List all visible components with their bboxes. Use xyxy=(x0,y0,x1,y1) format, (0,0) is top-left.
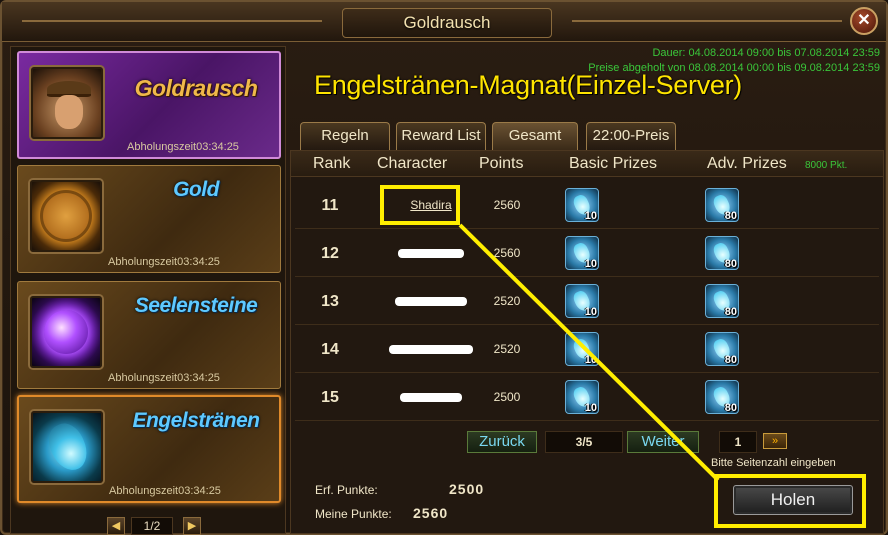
page-input-hint: Bitte Seitenzahl eingeben xyxy=(711,457,836,469)
sidebar-prev-button[interactable]: ◀ xyxy=(107,517,125,535)
event-sidebar: Goldrausch Abholungszeit03:34:25 Gold Ab… xyxy=(10,46,286,535)
adv-prize-qty: 80 xyxy=(724,402,737,414)
event-card-engelstraenen[interactable]: Engelstränen Abholungszeit03:34:25 xyxy=(17,395,281,503)
adv-prize-icon[interactable]: 80 xyxy=(705,332,739,366)
event-card-time: Abholungszeit03:34:25 xyxy=(108,372,220,384)
row-character-redacted xyxy=(383,246,479,260)
required-points-label: Erf. Punkte: xyxy=(315,483,378,497)
basic-prize-icon[interactable]: 10 xyxy=(565,380,599,414)
adv-prize-requirement: 8000 Pkt. xyxy=(805,160,848,171)
adv-prize-icon[interactable]: 80 xyxy=(705,284,739,318)
row-points: 2520 xyxy=(493,294,521,308)
event-card-gold[interactable]: Gold Abholungszeit03:34:25 xyxy=(17,165,281,273)
row-rank: 12 xyxy=(321,245,339,262)
event-card-goldrausch[interactable]: Goldrausch Abholungszeit03:34:25 xyxy=(17,51,281,159)
row-rank: 13 xyxy=(321,293,339,310)
redaction-mark xyxy=(400,393,462,403)
my-points-label: Meine Punkte: xyxy=(315,507,392,521)
event-card-seelensteine[interactable]: Seelensteine Abholungszeit03:34:25 xyxy=(17,281,281,389)
basic-prize-qty: 10 xyxy=(584,258,597,270)
tab-2200-preis[interactable]: 22:00-Preis xyxy=(586,122,676,150)
header-adv-prizes: Adv. Prizes xyxy=(707,155,787,172)
required-points-value: 2500 xyxy=(449,481,485,497)
title-ornament-right xyxy=(572,20,842,22)
tab-reward-list[interactable]: Reward List xyxy=(396,122,486,150)
event-card-time: Abholungszeit03:34:25 xyxy=(109,485,221,497)
basic-prize-qty: 10 xyxy=(584,306,597,318)
sidebar-pager: ◀ 1/2 ▶ xyxy=(101,517,211,535)
cowboy-portrait-icon xyxy=(31,67,103,139)
event-card-title: Seelensteine xyxy=(134,294,258,317)
row-character-redacted xyxy=(383,342,479,356)
soul-orb xyxy=(44,310,88,354)
event-card-time: Abholungszeit03:34:25 xyxy=(108,256,220,268)
header-rank: Rank xyxy=(313,155,351,172)
window-title: Goldrausch xyxy=(342,8,552,38)
row-rank: 11 xyxy=(321,197,339,214)
row-points: 2500 xyxy=(493,390,521,404)
sidebar-next-button[interactable]: ▶ xyxy=(183,517,201,535)
event-card-title: Engelstränen xyxy=(132,409,260,432)
basic-prize-icon[interactable]: 10 xyxy=(565,284,599,318)
tab-regeln[interactable]: Regeln xyxy=(300,122,390,150)
header-character: Character xyxy=(377,155,448,172)
event-duration: Dauer: 04.08.2014 09:00 bis 07.08.2014 2… xyxy=(652,47,880,59)
event-card-title: Goldrausch xyxy=(134,75,258,101)
row-character-redacted xyxy=(383,294,479,308)
row-points: 2520 xyxy=(493,342,521,356)
go-to-page-button[interactable]: » xyxy=(763,433,787,449)
angel-tear-icon xyxy=(31,411,103,483)
annotation-highlight-claim xyxy=(714,474,866,528)
header-basic-prizes: Basic Prizes xyxy=(569,155,658,172)
annotation-highlight-player xyxy=(380,185,460,225)
row-rank: 14 xyxy=(321,341,339,358)
adv-prize-icon[interactable]: 80 xyxy=(705,188,739,222)
adv-prize-icon[interactable]: 80 xyxy=(705,236,739,270)
table-header: Rank Character Points Basic Prizes Adv. … xyxy=(291,151,883,177)
title-ornament-left xyxy=(22,20,322,22)
event-card-time: Abholungszeit03:34:25 xyxy=(127,141,239,153)
my-points-value: 2560 xyxy=(413,505,449,521)
redaction-mark xyxy=(389,345,473,355)
adv-prize-qty: 80 xyxy=(724,306,737,318)
basic-prize-qty: 10 xyxy=(584,210,597,222)
redaction-mark xyxy=(395,297,467,307)
basic-prize-icon[interactable]: 10 xyxy=(565,236,599,270)
table-row: 13 2520 10 80 xyxy=(295,279,879,325)
table-row: 15 2500 10 80 xyxy=(295,375,879,421)
table-row: 12 2560 10 80 xyxy=(295,231,879,277)
basic-prize-icon[interactable]: 10 xyxy=(565,188,599,222)
page-number-input[interactable]: 1 xyxy=(719,431,757,453)
title-bar: Goldrausch ✕ xyxy=(2,2,886,42)
back-button[interactable]: Zurück xyxy=(467,431,537,453)
tear-bottle xyxy=(42,418,94,476)
coin-rim xyxy=(40,190,92,242)
page-indicator: 3/5 xyxy=(545,431,623,453)
basic-prize-qty: 10 xyxy=(584,402,597,414)
adv-prize-qty: 80 xyxy=(724,258,737,270)
row-points: 2560 xyxy=(493,198,521,212)
event-window: Goldrausch ✕ Goldrausch Abholungszeit03:… xyxy=(0,0,888,535)
adv-prize-qty: 80 xyxy=(724,354,737,366)
close-button[interactable]: ✕ xyxy=(850,7,878,35)
tab-gesamt[interactable]: Gesamt xyxy=(492,122,578,150)
sidebar-page-indicator: 1/2 xyxy=(131,517,173,535)
gold-coin-icon xyxy=(30,180,102,252)
header-points: Points xyxy=(479,155,524,172)
event-detail-panel: Dauer: 04.08.2014 09:00 bis 07.08.2014 2… xyxy=(290,46,884,534)
soul-stone-icon xyxy=(30,296,102,368)
face-shape xyxy=(55,95,83,129)
row-rank: 15 xyxy=(321,389,339,406)
event-headline: Engelstränen-Magnat(Einzel-Server) xyxy=(314,70,742,100)
adv-prize-qty: 80 xyxy=(724,210,737,222)
event-card-title: Gold xyxy=(173,178,219,201)
row-character-redacted xyxy=(383,390,479,404)
redaction-mark xyxy=(398,249,464,259)
adv-prize-icon[interactable]: 80 xyxy=(705,380,739,414)
